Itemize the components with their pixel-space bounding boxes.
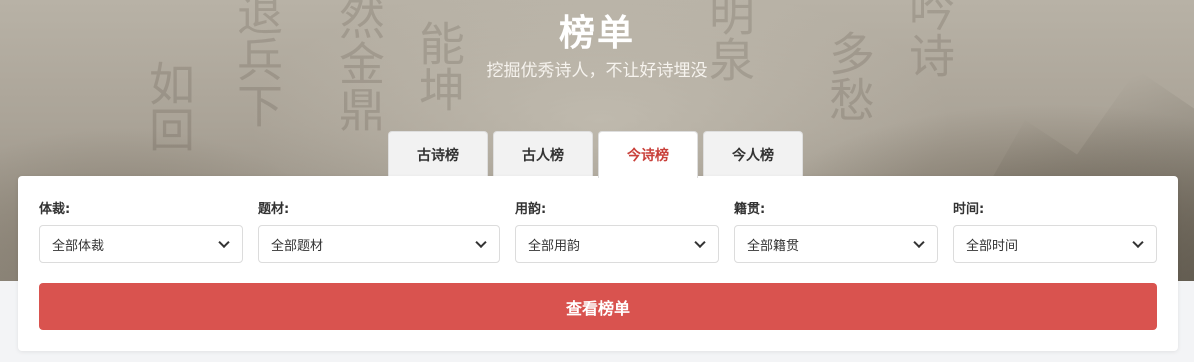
tab-modern-poets[interactable]: 今人榜 (703, 131, 803, 177)
view-ranking-button[interactable]: 查看榜单 (39, 283, 1157, 330)
filter-label: 体裁: (39, 202, 71, 217)
tab-modern-poems[interactable]: 今诗榜 (598, 131, 698, 178)
hometown-select[interactable]: 全部籍贯 (734, 225, 938, 263)
filter-label: 时间: (953, 202, 985, 217)
time-select[interactable]: 全部时间 (953, 225, 1157, 263)
select-value: 全部题材 (271, 238, 324, 254)
filter-theme: 题材: 全部题材 (258, 198, 500, 263)
page-subtitle: 挖掘优秀诗人，不让好诗埋没 (486, 61, 708, 81)
chevron-down-icon (694, 236, 706, 249)
genre-select[interactable]: 全部体裁 (39, 225, 243, 263)
select-value: 全部时间 (966, 238, 1019, 254)
filter-genre: 体裁: 全部体裁 (39, 198, 243, 263)
select-value: 全部籍贯 (747, 238, 800, 254)
filter-panel: 体裁: 全部体裁 题材: 全部题材 用韵: 全部用韵 籍贯: 全部籍贯 时间: … (18, 176, 1178, 351)
filter-time: 时间: 全部时间 (953, 198, 1157, 263)
chevron-down-icon (475, 236, 487, 249)
theme-select[interactable]: 全部题材 (258, 225, 500, 263)
filter-label: 籍贯: (734, 202, 766, 217)
select-value: 全部用韵 (528, 238, 581, 254)
chevron-down-icon (218, 236, 230, 249)
page-title: 榜单 (558, 13, 635, 54)
tab-ancient-poets[interactable]: 古人榜 (493, 131, 593, 177)
chevron-down-icon (1132, 236, 1144, 249)
select-value: 全部体裁 (52, 238, 105, 254)
filter-label: 题材: (258, 202, 290, 217)
filter-label: 用韵: (515, 202, 547, 217)
tab-ancient-poems[interactable]: 古诗榜 (388, 131, 488, 177)
filter-hometown: 籍贯: 全部籍贯 (734, 198, 938, 263)
filter-rhyme: 用韵: 全部用韵 (515, 198, 719, 263)
rhyme-select[interactable]: 全部用韵 (515, 225, 719, 263)
chevron-down-icon (913, 236, 925, 249)
